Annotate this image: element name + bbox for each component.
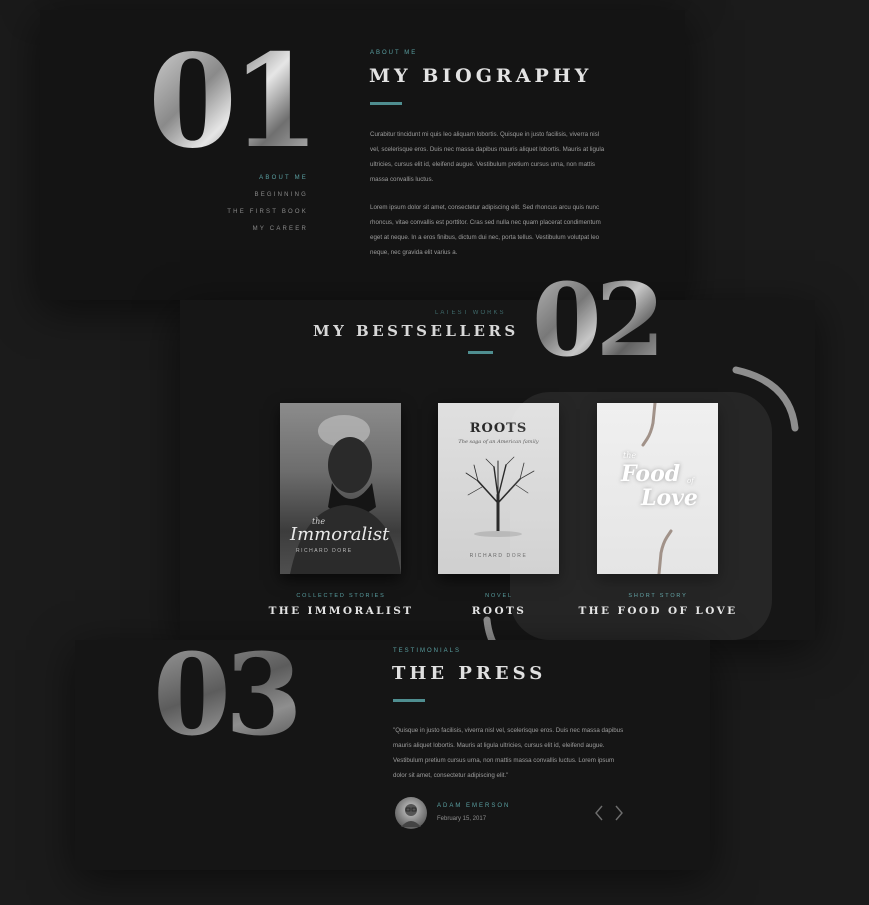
prev-testimonial-button[interactable]: [593, 804, 605, 822]
nav-item-first-book[interactable]: THE FIRST BOOK: [190, 209, 308, 215]
book-category: COLLECTED STORIES: [296, 593, 386, 599]
bestsellers-card: 02 LATEST WORKS MY BESTSELLERS the Immor…: [180, 270, 815, 640]
biography-card: 01 ABOUT ME BEGINNING THE FIRST BOOK MY …: [40, 10, 685, 300]
roots-cover-author: RICHARD DORE: [469, 553, 528, 559]
press-title-rule: [393, 699, 425, 702]
book-caption-roots: NOVEL ROOTS: [419, 593, 579, 617]
press-kicker: TESTIMONIALS: [393, 648, 462, 654]
biography-title: MY BIOGRAPHY: [369, 65, 593, 87]
food-cover-title-b: Love: [641, 485, 698, 511]
bestsellers-title: MY BESTSELLERS: [313, 322, 519, 340]
next-testimonial-button[interactable]: [613, 804, 625, 822]
food-cover-title-a: Food: [621, 461, 681, 487]
book-title[interactable]: THE IMMORALIST: [261, 605, 421, 617]
section-number-01: 01: [148, 27, 320, 177]
biography-kicker: ABOUT ME: [370, 50, 418, 56]
book-title[interactable]: THE FOOD OF LOVE: [578, 605, 738, 617]
biography-paragraph-2: Lorem ipsum dolor sit amet, consectetur …: [370, 204, 601, 256]
book-category: SHORT STORY: [628, 593, 688, 599]
book-category: NOVEL: [485, 593, 513, 599]
immoralist-cover-title: Immoralist: [290, 524, 390, 545]
chevron-right-icon: [615, 805, 623, 821]
book-cover-roots[interactable]: ROOTS The saga of an American family RIC…: [438, 403, 559, 574]
press-quote: "Quisque in justo facilisis, viverra nis…: [393, 727, 624, 779]
biography-nav: ABOUT ME BEGINNING THE FIRST BOOK MY CAR…: [190, 175, 308, 243]
nav-item-my-career[interactable]: MY CAREER: [190, 226, 308, 232]
biography-title-rule: [370, 102, 402, 105]
book-caption-food-of-love: SHORT STORY THE FOOD OF LOVE: [578, 593, 738, 617]
press-title: THE PRESS: [392, 663, 547, 684]
press-card: 03 TESTIMONIALS THE PRESS "Quisque in ju…: [75, 640, 710, 870]
book-caption-immoralist: COLLECTED STORIES THE IMMORALIST: [261, 593, 421, 617]
book-cover-immoralist[interactable]: the Immoralist RICHARD DORE: [280, 403, 401, 574]
avatar: [395, 797, 427, 829]
tree-illustration: [465, 456, 535, 537]
immoralist-cover-author: RICHARD DORE: [296, 548, 353, 554]
chevron-left-icon: [595, 805, 603, 821]
nav-item-about-me[interactable]: ABOUT ME: [190, 175, 308, 181]
section-number-02: 02: [532, 261, 665, 379]
food-cover-small-of: of: [687, 477, 694, 485]
testimonial-date: February 15, 2017: [437, 816, 487, 822]
bestsellers-title-rule: [468, 351, 493, 354]
nav-item-beginning[interactable]: BEGINNING: [190, 192, 308, 198]
section-number-03: 03: [153, 630, 303, 761]
book-cover-food-of-love[interactable]: the Food of Love: [597, 403, 718, 574]
testimonial-author: ADAM EMERSON: [437, 803, 511, 809]
biography-paragraph-1: Curabitur tincidunt mi quis leo aliquam …: [370, 131, 605, 183]
bestsellers-kicker: LATEST WORKS: [435, 310, 506, 316]
food-cover-small: the: [623, 451, 637, 460]
book-title[interactable]: ROOTS: [419, 605, 579, 617]
